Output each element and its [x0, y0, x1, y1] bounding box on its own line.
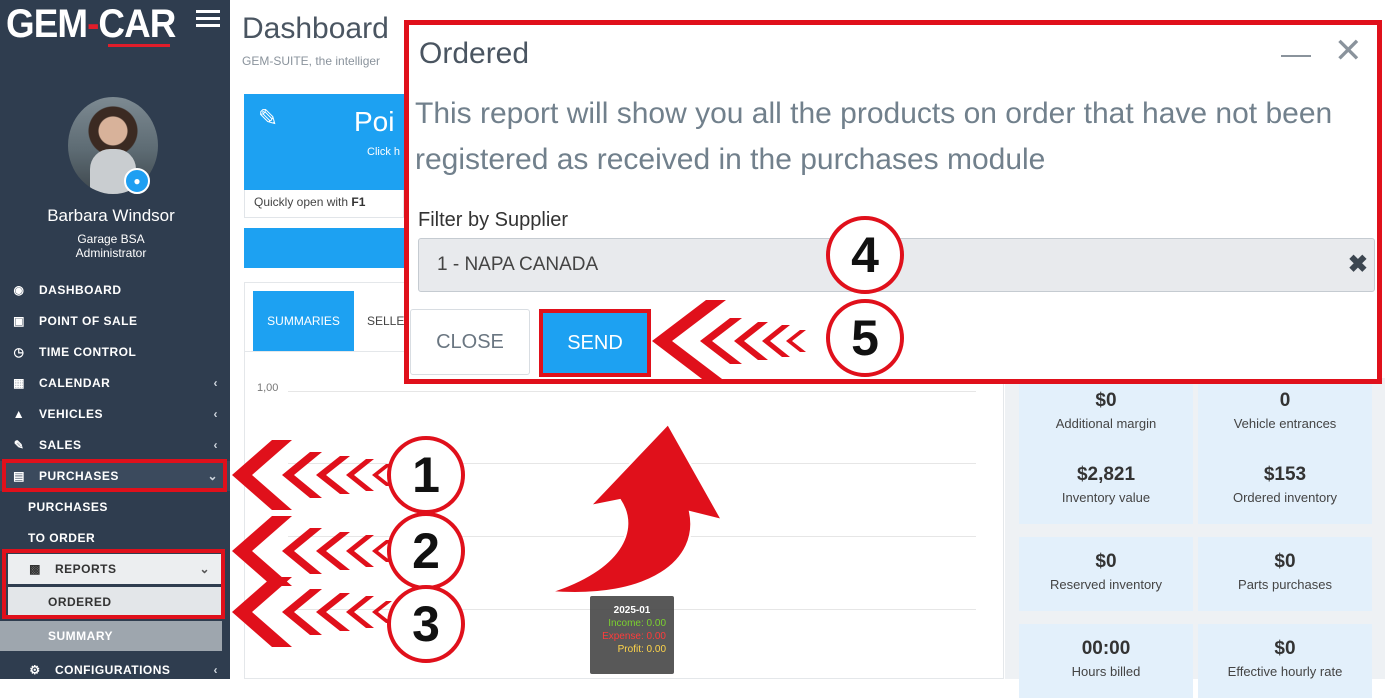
chevron-arrow-2	[232, 516, 392, 586]
step-marker-1: 1	[387, 436, 465, 514]
annotation-arrows	[232, 300, 806, 647]
step-marker-5: 5	[826, 299, 904, 377]
step-marker-4: 4	[826, 216, 904, 294]
step-marker-3: 3	[387, 585, 465, 663]
curved-arrow-up	[549, 422, 725, 594]
chevron-arrow-3	[232, 577, 392, 647]
chevron-arrow-1	[232, 440, 392, 510]
step-marker-2: 2	[387, 512, 465, 590]
chevron-arrow-5	[652, 300, 806, 382]
